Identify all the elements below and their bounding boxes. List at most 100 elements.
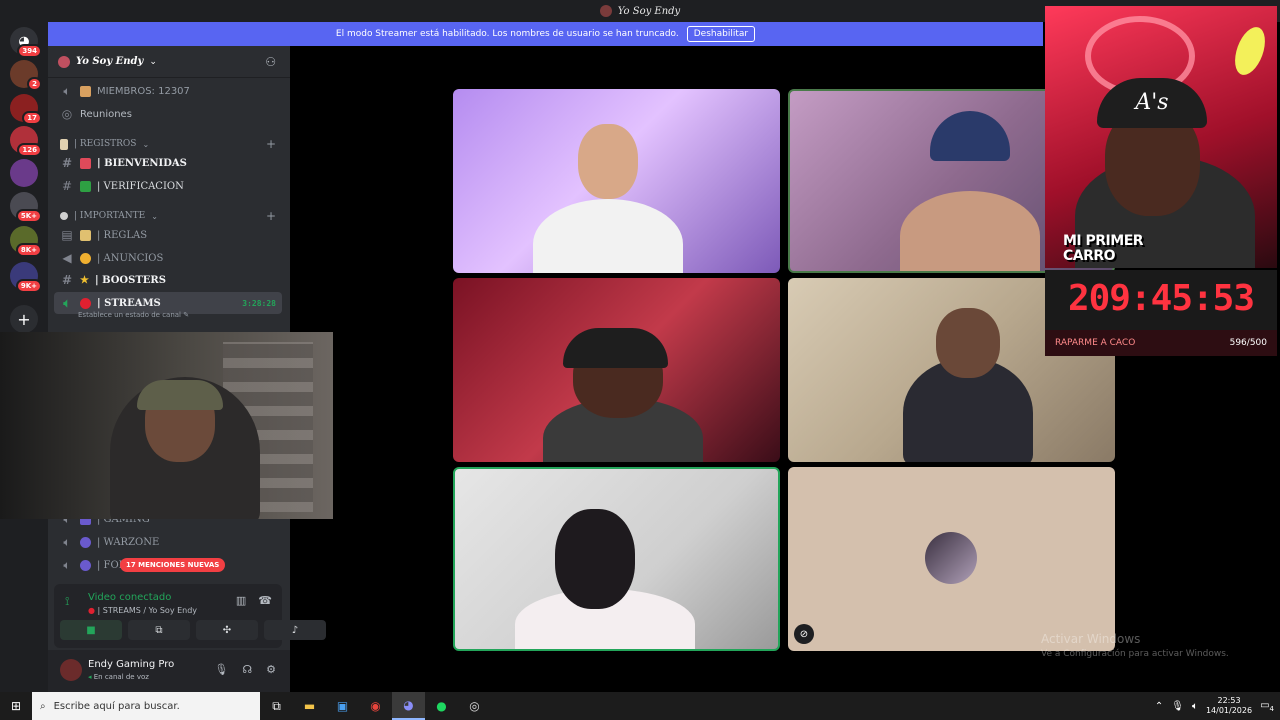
meetings-icon: ◎ — [61, 107, 73, 121]
speaker-icon: 🔈︎ — [63, 295, 71, 310]
server-badge: 8K+ — [15, 243, 42, 257]
activate-windows-watermark: Activar Windows Ve a Configuración para … — [1041, 632, 1229, 659]
channel-status-prompt[interactable]: Establece un estado de canal ✎ — [78, 311, 189, 319]
voice-channel-text: | STREAMS / Yo Soy Endy — [97, 606, 198, 615]
user-status-text: En canal de voz — [93, 673, 149, 681]
discord-taskbar-icon[interactable]: ◕ — [392, 692, 425, 720]
notification-count: 4 — [1269, 704, 1274, 713]
channel-reglas[interactable]: ▤ | REGLAS — [48, 224, 290, 246]
channel-label: | WARZONE — [97, 536, 160, 548]
server-icon-2[interactable]: 17 — [10, 94, 42, 125]
mic-icon[interactable]: 🎙︎ — [1171, 701, 1184, 712]
add-server-icon[interactable]: + — [10, 305, 38, 333]
video-tile-3[interactable] — [453, 278, 780, 462]
obs-icon[interactable]: ◎ — [458, 692, 491, 720]
store-icon[interactable]: ▣ — [326, 692, 359, 720]
avatar[interactable] — [60, 659, 82, 681]
channel-label: | BIENVENIDAS — [97, 157, 187, 169]
envelope-icon — [80, 157, 91, 169]
discord-home-icon[interactable]: ◕ 394 — [10, 27, 42, 58]
voice-channel[interactable]: ● | STREAMS / Yo Soy Endy — [88, 606, 197, 615]
speaker-icon: 🔈︎ — [63, 557, 71, 572]
gear-icon[interactable]: ⚙ — [266, 663, 276, 676]
no-entry-icon: ● — [88, 606, 95, 615]
home-badge: 394 — [17, 44, 42, 58]
channel-bienvenidas[interactable]: # | BIENVENIDAS — [48, 152, 290, 174]
check-icon — [80, 180, 91, 192]
windows-start-icon[interactable]: ⊞ — [0, 692, 32, 720]
video-tile-5[interactable] — [453, 467, 780, 651]
channel-verificacion[interactable]: # | VERIFICACION — [48, 175, 290, 197]
invite-people-icon[interactable]: ⚇ — [265, 55, 276, 69]
meetings-label: Reuniones — [80, 108, 132, 120]
camera-button[interactable]: ■ — [60, 620, 122, 640]
meetings-item[interactable]: ◎ Reuniones — [48, 103, 290, 125]
add-channel-icon[interactable]: + — [266, 209, 276, 223]
add-channel-icon[interactable]: + — [266, 137, 276, 151]
server-badge: 2 — [27, 77, 42, 91]
members-label: MIEMBROS: 12307 — [97, 85, 190, 97]
user-panel: Endy Gaming Pro ◂ En canal de voz 🎙︎ ☊ ⚙ — [48, 650, 290, 692]
server-logo-icon — [58, 55, 70, 68]
hash-icon: # — [61, 273, 73, 287]
participant-body — [900, 191, 1040, 271]
server-icon-4[interactable] — [10, 159, 38, 187]
megaphone-icon: ◀ — [62, 251, 72, 265]
chrome-icon[interactable]: ◉ — [359, 692, 392, 720]
user-status: ◂ En canal de voz — [88, 673, 149, 681]
chevron-up-icon[interactable]: ⌃ — [1155, 701, 1163, 712]
scroll-icon — [80, 229, 91, 241]
star-icon: ★ — [80, 274, 89, 286]
channel-anuncios[interactable]: ◀ | ANUNCIOS — [48, 247, 290, 269]
mic-icon[interactable]: 🎙︎ — [214, 663, 228, 676]
server-icon-1[interactable]: 2 — [10, 60, 42, 91]
participant-head — [578, 124, 638, 199]
server-badge: 17 — [22, 111, 42, 125]
task-view-icon[interactable]: ⧉ — [260, 692, 293, 720]
server-icon-3[interactable]: 126 — [10, 126, 42, 157]
video-tile-6[interactable]: ⊘ — [788, 467, 1115, 651]
server-folder-3[interactable]: 9K+ — [10, 262, 42, 293]
watermark-title: Activar Windows — [1041, 632, 1141, 646]
server-logo-icon — [599, 5, 612, 17]
skull-icon — [80, 536, 91, 548]
window-title: Yo Soy Endy — [617, 5, 681, 17]
overlay-label-line2: CARRO — [1063, 248, 1116, 264]
file-explorer-icon[interactable]: ▬ — [293, 692, 326, 720]
headphones-icon[interactable]: ☊ — [242, 663, 252, 676]
spotify-icon[interactable]: ● — [425, 692, 458, 720]
disconnect-icon[interactable]: ☎ — [258, 594, 272, 607]
taskbar-search[interactable]: ⌕ Escribe aquí para buscar. — [32, 692, 260, 720]
channel-members[interactable]: 🔈︎ MIEMBROS: 12307 — [48, 80, 290, 102]
channel-warzone[interactable]: 🔈︎ | WARZONE — [48, 531, 290, 553]
disable-streamer-button[interactable]: Deshabilitar — [686, 26, 756, 42]
notifications-icon[interactable]: ▭4 — [1260, 700, 1274, 713]
video-tile-1[interactable] — [453, 89, 780, 273]
overlay-label-line1: MI PRIMER — [1063, 233, 1144, 249]
channel-boosters[interactable]: # ★ | BOOSTERS — [48, 269, 290, 291]
screen-share-button[interactable]: ⧉ — [128, 620, 190, 640]
signal-icon[interactable]: ⟟ — [65, 594, 69, 609]
soundboard-button[interactable]: ♪ — [264, 620, 326, 640]
channel-label: | VERIFICACION — [97, 180, 184, 192]
channel-label: | REGLAS — [97, 229, 148, 241]
server-folder-1[interactable]: 5K+ — [10, 192, 42, 223]
speaker-icon: ◂ — [88, 673, 92, 681]
person-cap — [137, 380, 223, 410]
server-header[interactable]: Yo Soy Endy ⌄ ⚇ — [48, 46, 290, 78]
server-folder-2[interactable]: 8K+ — [10, 226, 42, 257]
screen: Yo Soy Endy ◕ 394 2 17 126 5K+ 8K+ 9K+ + … — [0, 0, 1280, 720]
category-label: | REGISTROS — [74, 139, 137, 149]
clock[interactable]: 22:53 14/01/2026 — [1206, 696, 1252, 716]
server-name: Yo Soy Endy — [76, 56, 144, 67]
watermark-subtitle: Ve a Configuración para activar Windows. — [1041, 649, 1229, 659]
voice-status[interactable]: Video conectado — [88, 592, 171, 603]
noise-suppression-icon[interactable]: ▥ — [236, 594, 246, 607]
participant-cap — [563, 328, 668, 368]
username[interactable]: Endy Gaming Pro — [88, 659, 174, 670]
search-placeholder: Escribe aquí para buscar. — [53, 700, 180, 712]
volume-icon[interactable]: 🔈︎ — [1192, 701, 1198, 712]
new-mentions-pill[interactable]: 17 MENCIONES NUEVAS — [120, 558, 226, 572]
taskbar: ⊞ ⌕ Escribe aquí para buscar. ⧉ ▬ ▣ ◉ ◕ … — [0, 692, 1280, 720]
activities-button[interactable]: ✣ — [196, 620, 258, 640]
